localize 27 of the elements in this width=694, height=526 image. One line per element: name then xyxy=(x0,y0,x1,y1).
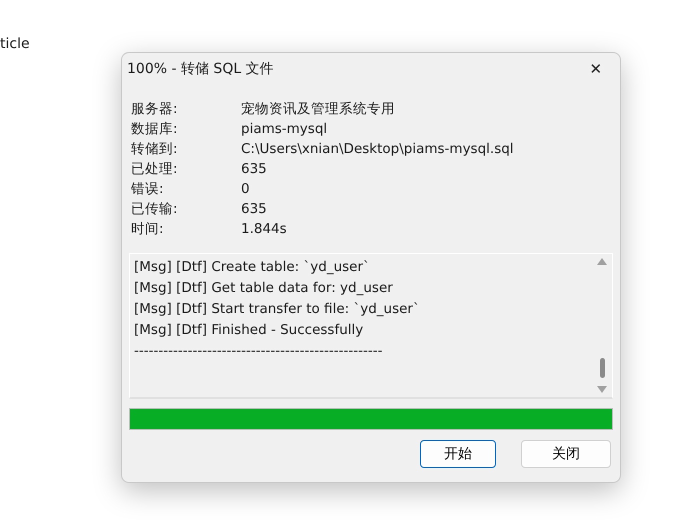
info-value: 1.844s xyxy=(241,220,288,239)
log-line: --------------------------------------------------- xyxy=(134,342,384,361)
info-value: 0 xyxy=(241,180,251,199)
background-text: ticle xyxy=(0,36,30,52)
scroll-up-icon[interactable] xyxy=(597,258,607,265)
scroll-down-icon[interactable] xyxy=(597,386,607,393)
info-label: 已处理: xyxy=(131,160,179,179)
info-value: piams-mysql xyxy=(241,120,328,139)
log-line: [Msg] [Dtf] Finished - Successfully xyxy=(134,321,364,340)
close-button[interactable]: ✕ xyxy=(578,55,614,83)
info-value: C:\Users\xnian\Desktop\piams-mysql.sql xyxy=(241,140,515,159)
info-label: 时间: xyxy=(131,220,165,239)
info-value: 635 xyxy=(241,160,268,179)
dialog-button[interactable]: 关闭 xyxy=(521,440,611,468)
dialog-button[interactable]: 开始 xyxy=(420,440,496,468)
info-label: 转储到: xyxy=(131,140,179,159)
info-value: 635 xyxy=(241,200,268,219)
window-title: 100% - 转储 SQL 文件 xyxy=(127,60,274,78)
scroll-thumb[interactable] xyxy=(600,358,604,378)
log-line: [Msg] [Dtf] Start transfer to file: `yd_user` xyxy=(134,300,421,319)
log-line: [Msg] [Dtf] Create table: `yd_user` xyxy=(134,258,371,277)
info-label: 已传输: xyxy=(131,200,179,219)
info-label: 服务器: xyxy=(131,100,179,119)
info-value: 宠物资讯及管理系统专用 xyxy=(241,100,396,119)
info-label: 数据库: xyxy=(131,120,179,139)
info-label: 错误: xyxy=(131,180,165,199)
log-line: [Msg] [Dtf] Get table data for: yd_user xyxy=(134,279,394,298)
